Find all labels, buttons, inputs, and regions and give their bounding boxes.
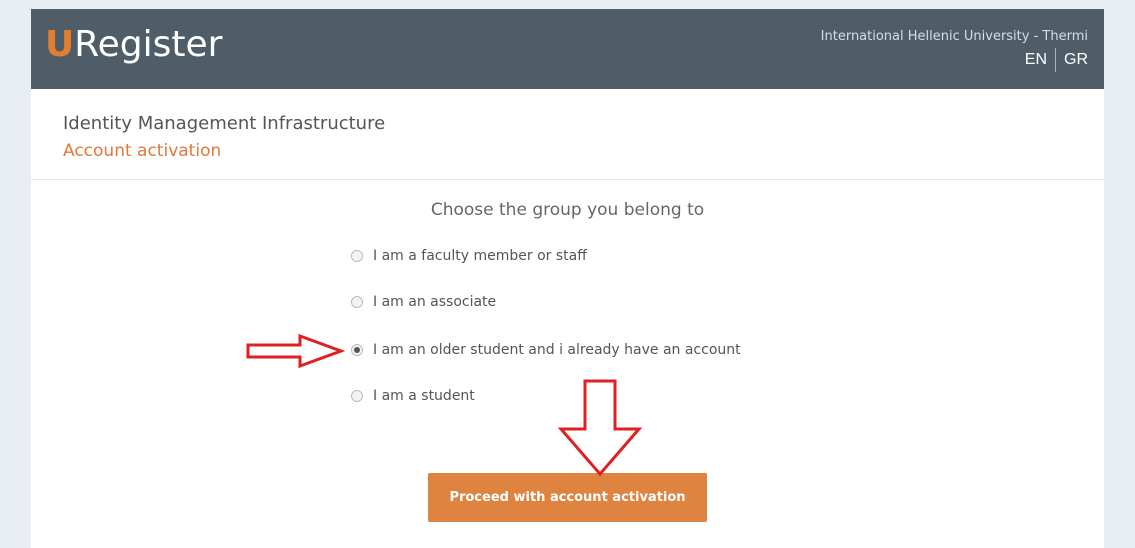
radio-student[interactable] bbox=[351, 390, 363, 402]
radio-faculty-staff[interactable] bbox=[351, 250, 363, 262]
option-student[interactable]: I am a student bbox=[351, 386, 475, 406]
page-title: Identity Management Infrastructure bbox=[63, 113, 386, 134]
lang-en-link[interactable]: EN bbox=[1017, 49, 1055, 71]
option-label: I am a student bbox=[373, 388, 475, 404]
group-prompt: Choose the group you belong to bbox=[430, 200, 705, 220]
language-switcher: EN GR bbox=[1017, 47, 1088, 73]
option-label: I am an associate bbox=[373, 294, 497, 310]
heading-divider bbox=[31, 179, 1104, 180]
option-faculty-staff[interactable]: I am a faculty member or staff bbox=[351, 246, 587, 266]
radio-associate[interactable] bbox=[351, 296, 363, 308]
uregister-logo[interactable]: URegister bbox=[45, 23, 222, 67]
logo-text: Register bbox=[74, 24, 223, 65]
radio-older-student[interactable] bbox=[351, 344, 363, 356]
header-bar: URegister International Hellenic Univers… bbox=[31, 9, 1104, 89]
page-subtitle: Account activation bbox=[63, 141, 222, 161]
page-frame: URegister International Hellenic Univers… bbox=[31, 9, 1104, 548]
logo-letter: U bbox=[45, 24, 75, 65]
institution-name: International Hellenic University - Ther… bbox=[820, 29, 1088, 44]
lang-gr-link[interactable]: GR bbox=[1056, 49, 1088, 71]
option-label: I am an older student and i already have… bbox=[373, 342, 741, 358]
option-associate[interactable]: I am an associate bbox=[351, 292, 496, 312]
page-heading: Identity Management Infrastructure Accou… bbox=[63, 113, 385, 162]
option-older-student[interactable]: I am an older student and i already have… bbox=[351, 340, 741, 360]
proceed-activation-button[interactable]: Proceed with account activation bbox=[428, 473, 707, 522]
option-label: I am a faculty member or staff bbox=[373, 248, 587, 264]
